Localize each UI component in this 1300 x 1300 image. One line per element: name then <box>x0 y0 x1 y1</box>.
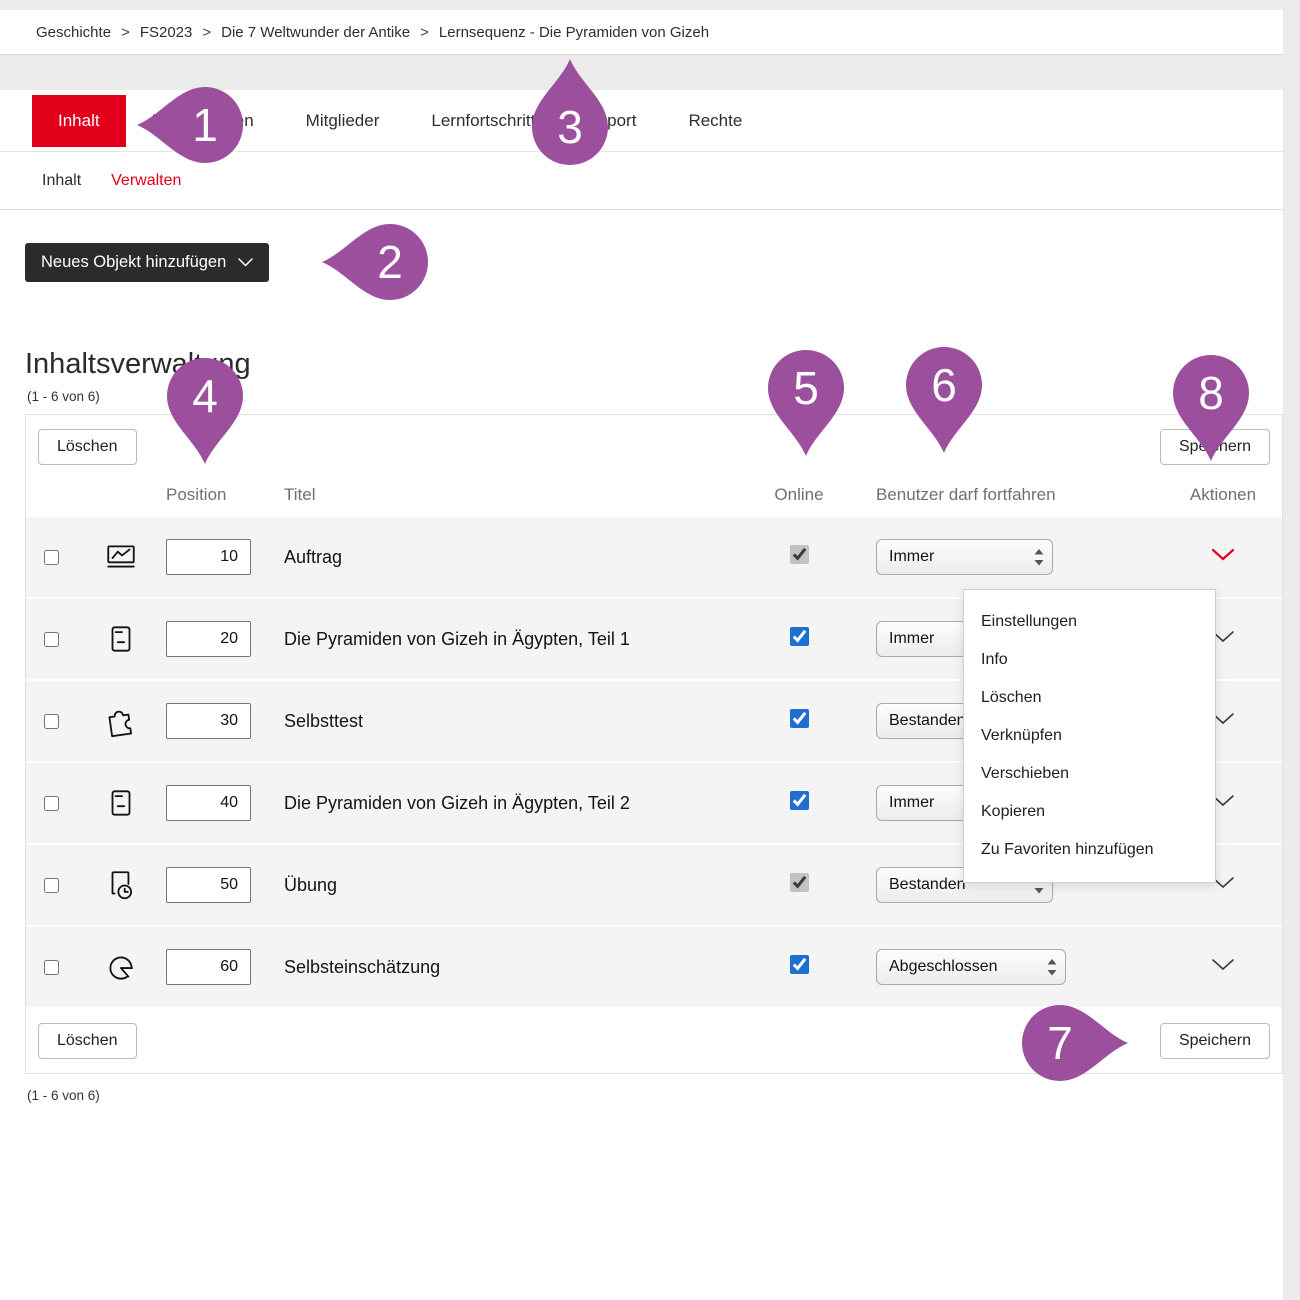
chevron-down-icon <box>238 258 253 267</box>
menu-item-loeschen[interactable]: Löschen <box>964 679 1215 717</box>
position-input[interactable] <box>166 539 251 575</box>
row-title: Selbsteinschätzung <box>284 957 759 978</box>
save-button-bottom[interactable]: Speichern <box>1160 1023 1270 1059</box>
learning-module-icon <box>76 786 166 820</box>
tab-rechte[interactable]: Rechte <box>662 95 768 147</box>
add-object-button[interactable]: Neues Objekt hinzufügen <box>25 243 269 282</box>
tab-einstellungen[interactable]: Einstellungen <box>126 95 280 147</box>
page-title: Inhaltsverwaltung <box>25 348 1283 381</box>
tab-export[interactable]: Export <box>561 95 662 147</box>
result-count-top: (1 - 6 von 6) <box>27 389 1283 404</box>
subtab-inhalt[interactable]: Inhalt <box>42 172 81 190</box>
content-table: Löschen Speichern Position Titel Online … <box>25 414 1283 1074</box>
online-checkbox[interactable] <box>790 791 809 810</box>
learning-module-icon <box>76 622 166 656</box>
position-input[interactable] <box>166 949 251 985</box>
row-actions-toggle[interactable] <box>1211 958 1235 976</box>
row-title: Die Pyramiden von Gizeh in Ägypten, Teil… <box>284 629 759 650</box>
tab-inhalt[interactable]: Inhalt <box>32 95 126 147</box>
delete-button-top[interactable]: Löschen <box>38 429 137 465</box>
proceed-select-value: Immer <box>889 630 934 648</box>
proceed-select-value: Bestanden <box>889 712 966 730</box>
menu-item-info[interactable]: Info <box>964 641 1215 679</box>
row-select-checkbox[interactable] <box>44 878 59 893</box>
online-checkbox <box>790 545 809 564</box>
breadcrumb: Geschichte > FS2023 > Die 7 Weltwunder d… <box>0 10 1283 55</box>
row-select-checkbox[interactable] <box>44 714 59 729</box>
media-screen-icon <box>76 540 166 574</box>
row-title: Die Pyramiden von Gizeh in Ägypten, Teil… <box>284 793 759 814</box>
main-content: Neues Objekt hinzufügen Inhaltsverwaltun… <box>0 210 1283 1300</box>
row-title: Auftrag <box>284 547 759 568</box>
menu-item-verschieben[interactable]: Verschieben <box>964 755 1215 793</box>
table-toolbar-bottom: Löschen Speichern <box>26 1009 1282 1073</box>
breadcrumb-separator: > <box>202 24 211 41</box>
tab-lernfortschritt[interactable]: Lernfortschritt <box>405 95 561 147</box>
column-header-aktionen: Aktionen <box>1164 485 1282 505</box>
row-select-checkbox[interactable] <box>44 632 59 647</box>
add-object-label: Neues Objekt hinzufügen <box>41 253 226 272</box>
breadcrumb-item-geschichte[interactable]: Geschichte <box>36 24 111 41</box>
table-row: Selbsteinschätzung Abgeschlossen <box>26 927 1282 1009</box>
row-select-checkbox[interactable] <box>44 960 59 975</box>
row-select-checkbox[interactable] <box>44 796 59 811</box>
result-count-bottom: (1 - 6 von 6) <box>27 1088 1283 1103</box>
tab-mitglieder[interactable]: Mitglieder <box>280 95 406 147</box>
proceed-select-value: Immer <box>889 794 934 812</box>
exercise-clock-icon <box>76 868 166 902</box>
row-select-checkbox[interactable] <box>44 550 59 565</box>
proceed-select-value: Immer <box>889 548 934 566</box>
table-row: Auftrag Immer <box>26 517 1282 599</box>
select-arrows-icon <box>1047 959 1057 976</box>
menu-item-zu-favoriten[interactable]: Zu Favoriten hinzufügen <box>964 831 1215 869</box>
save-button-top[interactable]: Speichern <box>1160 429 1270 465</box>
breadcrumb-item-fs2023[interactable]: FS2023 <box>140 24 193 41</box>
self-evaluation-icon <box>76 950 166 984</box>
tab-bar: Inhalt Einstellungen Mitglieder Lernfort… <box>0 90 1283 152</box>
breadcrumb-item-weltwunder[interactable]: Die 7 Weltwunder der Antike <box>221 24 410 41</box>
breadcrumb-separator: > <box>121 24 130 41</box>
column-header-position: Position <box>166 485 284 505</box>
proceed-select[interactable]: Abgeschlossen <box>876 949 1066 985</box>
proceed-select[interactable]: Immer <box>876 539 1053 575</box>
position-input[interactable] <box>166 867 251 903</box>
column-header-proceed: Benutzer darf fortfahren <box>839 485 1164 505</box>
menu-item-kopieren[interactable]: Kopieren <box>964 793 1215 831</box>
subtab-bar: Inhalt Verwalten <box>0 152 1283 209</box>
delete-button-bottom[interactable]: Löschen <box>38 1023 137 1059</box>
tab-area: Inhalt Einstellungen Mitglieder Lernfort… <box>0 90 1283 210</box>
row-title: Übung <box>284 875 759 896</box>
column-header-titel: Titel <box>284 485 759 505</box>
breadcrumb-separator: > <box>420 24 429 41</box>
proceed-select-value: Abgeschlossen <box>889 958 998 976</box>
online-checkbox[interactable] <box>790 955 809 974</box>
online-checkbox[interactable] <box>790 709 809 728</box>
menu-item-verknuepfen[interactable]: Verknüpfen <box>964 717 1215 755</box>
subtab-verwalten[interactable]: Verwalten <box>111 172 181 190</box>
column-header-online: Online <box>759 485 839 505</box>
row-title: Selbsttest <box>284 711 759 732</box>
position-input[interactable] <box>166 703 251 739</box>
menu-item-einstellungen[interactable]: Einstellungen <box>964 603 1215 641</box>
position-input[interactable] <box>166 785 251 821</box>
column-header-row: Position Titel Online Benutzer darf fort… <box>26 479 1282 517</box>
breadcrumb-item-lernsequenz[interactable]: Lernsequenz - Die Pyramiden von Gizeh <box>439 24 709 41</box>
table-toolbar-top: Löschen Speichern <box>26 415 1282 479</box>
position-input[interactable] <box>166 621 251 657</box>
row-actions-toggle[interactable] <box>1211 548 1235 566</box>
proceed-select-value: Bestanden <box>889 876 966 894</box>
online-checkbox <box>790 873 809 892</box>
actions-menu: Einstellungen Info Löschen Verknüpfen Ve… <box>963 589 1216 883</box>
select-arrows-icon <box>1034 549 1044 566</box>
online-checkbox[interactable] <box>790 627 809 646</box>
test-puzzle-icon <box>76 704 166 738</box>
